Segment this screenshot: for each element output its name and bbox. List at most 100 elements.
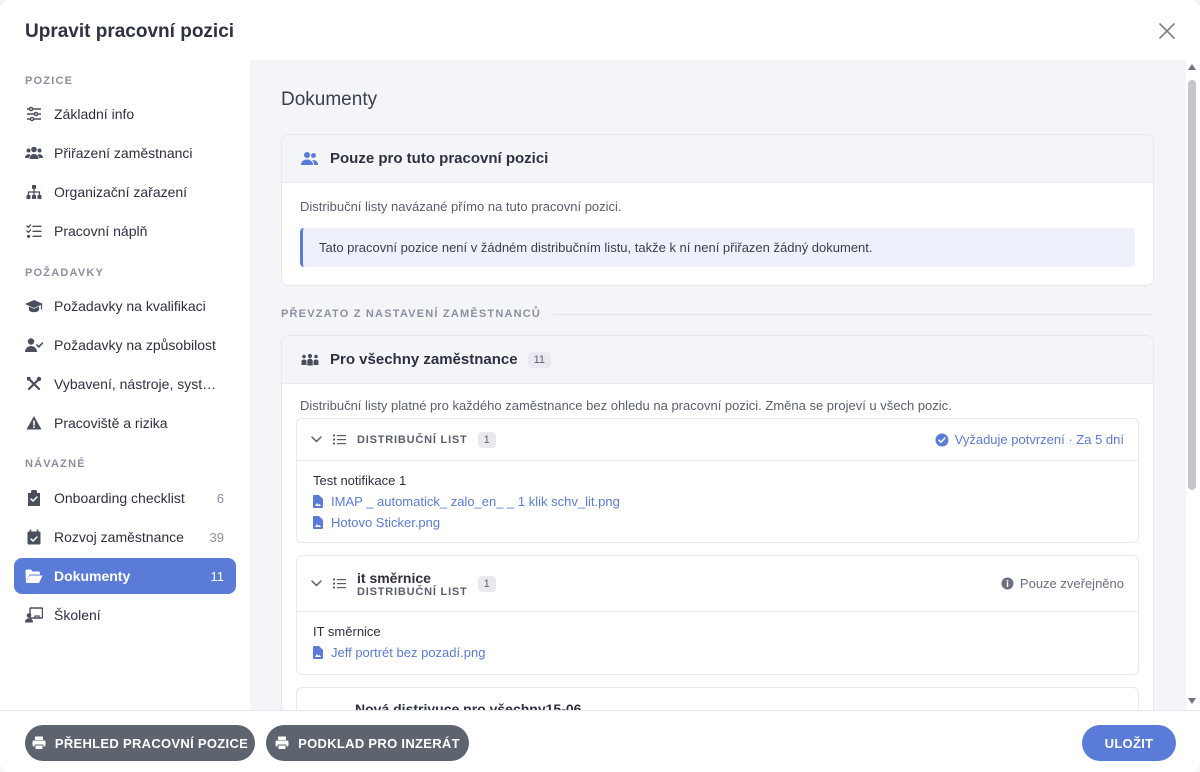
sidebar-item-label: Organizační zařazení xyxy=(54,184,188,200)
distribution-list-card: it směrnice DISTRIBUČNÍ LIST 1 Pouze zve… xyxy=(296,555,1139,675)
card-title: Pouze pro tuto pracovní pozici xyxy=(330,150,549,167)
position-only-card: Pouze pro tuto pracovní pozici Distribuč… xyxy=(281,134,1154,286)
list-icon xyxy=(333,578,347,589)
list-title-group: it směrnice DISTRIBUČNÍ LIST xyxy=(357,570,468,598)
sidebar-item-label: Rozvoj zaměstnance xyxy=(54,529,184,545)
sidebar-item-label: Požadavky na způsobilost xyxy=(54,337,216,353)
section-label-navazne: NÁVAZNÉ xyxy=(25,458,86,470)
graduation-cap-icon xyxy=(25,297,43,315)
file-link[interactable]: Jeff portrét bez pozadí.png xyxy=(313,644,1122,661)
sidebar-item-pozadavky-kvalifikace[interactable]: Požadavky na kvalifikaci xyxy=(14,288,236,324)
page-title: Dokumenty xyxy=(281,89,378,110)
sidebar-item-zakladni-info[interactable]: Základní info xyxy=(14,96,236,132)
scrollbar-thumb[interactable] xyxy=(1188,80,1196,490)
count-badge: 1 xyxy=(477,431,496,448)
check-circle-icon xyxy=(935,433,949,447)
modal-header: Upravit pracovní pozici xyxy=(0,0,1200,60)
users-icon xyxy=(300,149,320,169)
clipboard-icon xyxy=(25,489,43,507)
status-text: Vyžaduje potvrzení · Za 5 dní xyxy=(954,432,1124,447)
sidebar-item-pozadavky-zpusobilost[interactable]: Požadavky na způsobilost xyxy=(14,327,236,363)
file-image-icon xyxy=(313,516,325,529)
list-kind: DISTRIBUČNÍ LIST xyxy=(357,585,468,598)
button-label: ULOŽIT xyxy=(1104,735,1154,751)
count-badge: 11 xyxy=(527,351,552,368)
sidebar-item-label: Požadavky na kvalifikaci xyxy=(54,298,206,314)
distribution-list-card: DISTRIBUČNÍ LIST 1 Vyžaduje potvrzení · … xyxy=(296,418,1139,543)
status-text: Pouze zveřejněno xyxy=(1019,576,1124,591)
section-divider: PŘEVZATO Z NASTAVENÍ ZAMĚSTNANCŮ xyxy=(281,308,1154,320)
distribution-list-header[interactable]: DISTRIBUČNÍ LIST 1 Vyžaduje potvrzení · … xyxy=(297,419,1138,461)
card-header: Pouze pro tuto pracovní pozici xyxy=(282,135,1153,183)
calendar-check-icon xyxy=(25,528,43,546)
sidebar-item-label: Vybavení, nástroje, systé… xyxy=(54,376,218,392)
list-name: Nová distrivuce pro všechny15-06 xyxy=(355,701,582,710)
chevron-down-icon[interactable] xyxy=(311,580,323,587)
card-header: Pro všechny zaměstnance 11 xyxy=(282,336,1153,384)
sidebar-item-count: 6 xyxy=(216,490,224,506)
file-link[interactable]: IMAP _ automatick_ zalo_en_ _ 1 klik sch… xyxy=(313,493,1122,510)
sidebar-item-skoleni[interactable]: Školení xyxy=(14,597,236,633)
sidebar-item-count: 39 xyxy=(209,529,224,545)
printer-icon xyxy=(275,736,289,750)
sidebar-item-label: Dokumenty xyxy=(54,568,131,584)
document-name: Test notifikace 1 xyxy=(313,473,407,488)
people-group-icon xyxy=(300,350,320,370)
divider-line xyxy=(553,313,1154,315)
status-badge: Pouze zveřejněno xyxy=(1001,576,1124,591)
users-icon xyxy=(25,144,43,162)
distribution-list-body: IT směrnice Jeff portrét bez pozadí.png xyxy=(297,612,1138,674)
scroll-up-icon[interactable] xyxy=(1188,64,1196,70)
sidebar-item-label: Školení xyxy=(54,607,101,623)
list-kind: DISTRIBUČNÍ LIST xyxy=(357,433,468,446)
sidebar-item-pracovni-napln[interactable]: Pracovní náplň xyxy=(14,213,236,249)
sidebar-item-count: 11 xyxy=(210,568,225,584)
file-link[interactable]: Hotovo Sticker.png xyxy=(313,514,1122,531)
sidebar-item-rozvoj-zamestnance[interactable]: Rozvoj zaměstnance 39 xyxy=(14,519,236,555)
file-image-icon xyxy=(313,646,325,659)
distribution-list-body: Test notifikace 1 IMAP _ automatick_ zal… xyxy=(297,461,1138,542)
scroll-down-icon[interactable] xyxy=(1188,698,1196,704)
sidebar-item-pracoviste-rizika[interactable]: Pracoviště a rizika xyxy=(14,405,236,441)
divider-label: PŘEVZATO Z NASTAVENÍ ZAMĚSTNANCŮ xyxy=(281,308,542,320)
chevron-down-icon[interactable] xyxy=(311,436,323,443)
info-alert: Tato pracovní pozice není v žádném distr… xyxy=(300,228,1135,267)
file-name: IMAP _ automatick_ zalo_en_ _ 1 klik sch… xyxy=(331,494,620,509)
file-image-icon xyxy=(313,495,325,508)
modal-footer: PŘEHLED PRACOVNÍ POZICE PODKLAD PRO INZE… xyxy=(0,710,1200,772)
section-label-pozice: POZICE xyxy=(25,75,74,87)
sidebar-item-dokumenty[interactable]: Dokumenty 11 xyxy=(14,558,236,594)
sidebar-item-vybaveni[interactable]: Vybavení, nástroje, systé… xyxy=(14,366,236,402)
sidebar-item-label: Onboarding checklist xyxy=(54,490,185,506)
button-label: PODKLAD PRO INZERÁT xyxy=(298,735,460,751)
distribution-list-card: Nová distrivuce pro všechny15-06 xyxy=(296,687,1139,710)
sidebar-item-label: Přiřazení zaměstnanci xyxy=(54,145,193,161)
list-name: it směrnice xyxy=(357,569,431,586)
count-badge: 1 xyxy=(477,575,496,592)
sidebar-item-organizacni-zarazeni[interactable]: Organizační zařazení xyxy=(14,174,236,210)
sidebar-item-prirazeni-zamestnanci[interactable]: Přiřazení zaměstnanci xyxy=(14,135,236,171)
sidebar-item-onboarding-checklist[interactable]: Onboarding checklist 6 xyxy=(14,480,236,516)
file-name: Hotovo Sticker.png xyxy=(331,515,441,530)
sidebar-nav: POZICE Základní info Přiřazení zaměstnan… xyxy=(0,60,250,710)
card-description: Distribuční listy platné pro každého zam… xyxy=(300,398,952,413)
sidebar-item-label: Pracovní náplň xyxy=(54,223,148,239)
position-overview-button[interactable]: PŘEHLED PRACOVNÍ POZICE xyxy=(25,725,255,761)
user-check-icon xyxy=(25,336,43,354)
sitemap-icon xyxy=(25,183,43,201)
button-label: PŘEHLED PRACOVNÍ POZICE xyxy=(54,735,249,751)
file-name: Jeff portrét bez pozadí.png xyxy=(331,645,486,660)
job-ad-button[interactable]: PODKLAD PRO INZERÁT xyxy=(266,725,469,761)
chalkboard-teacher-icon xyxy=(25,606,43,624)
sidebar-item-label: Základní info xyxy=(54,106,135,122)
section-label-pozadavky: POŽADAVKY xyxy=(25,267,105,279)
edit-position-modal: Upravit pracovní pozici POZICE Základní … xyxy=(0,0,1200,772)
printer-icon xyxy=(32,736,46,750)
card-title: Pro všechny zaměstnance xyxy=(330,351,518,368)
distribution-list-header[interactable]: it směrnice DISTRIBUČNÍ LIST 1 Pouze zve… xyxy=(297,556,1138,612)
modal-title: Upravit pracovní pozici xyxy=(25,21,235,42)
save-button[interactable]: ULOŽIT xyxy=(1082,725,1176,761)
card-description: Distribuční listy navázané přímo na tuto… xyxy=(300,199,622,214)
info-circle-icon xyxy=(1001,577,1014,590)
close-icon[interactable] xyxy=(1156,20,1178,42)
